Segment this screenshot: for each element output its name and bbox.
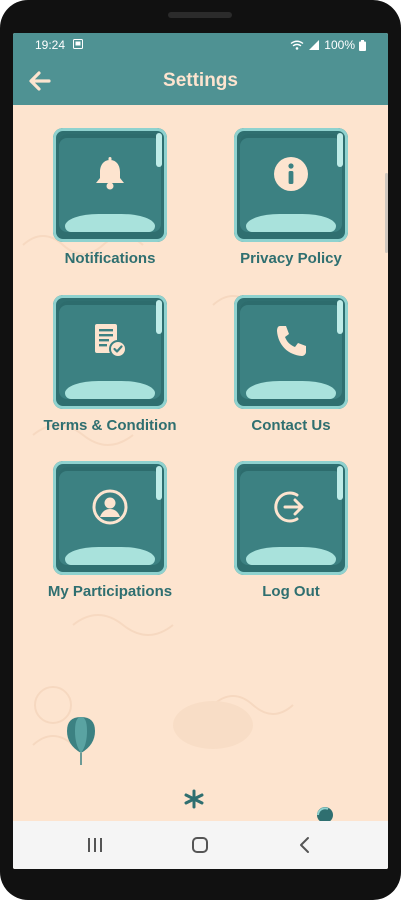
scrollbar[interactable] <box>385 173 388 253</box>
privacy-policy-tile[interactable] <box>234 128 348 242</box>
recent-apps-icon[interactable] <box>83 833 107 857</box>
screenshot-icon <box>73 39 83 49</box>
menu-item-notifications[interactable]: Notifications <box>25 128 195 267</box>
menu-item-label: Contact Us <box>251 417 331 434</box>
phone-icon <box>277 326 306 356</box>
notifications-tile[interactable] <box>53 128 167 242</box>
battery-icon <box>359 39 366 51</box>
speaker-grille <box>168 12 232 18</box>
phone-frame: 19:24 100% Settings Notifications Privac… <box>0 0 401 900</box>
status-bar: 19:24 100% <box>13 33 388 57</box>
menu-item-label: My Participations <box>47 583 173 600</box>
back-icon[interactable] <box>293 833 317 857</box>
app-bar: Settings <box>13 57 388 105</box>
my-participations-tile[interactable] <box>53 461 167 575</box>
menu-item-label: Notifications <box>64 250 156 267</box>
battery-percent: 100% <box>324 38 355 52</box>
home-icon[interactable] <box>188 833 212 857</box>
status-time: 19:24 <box>35 38 66 52</box>
menu-item-label: Terms & Condition <box>43 417 177 434</box>
menu-item-label: Log Out <box>262 583 320 600</box>
info-icon <box>274 157 308 191</box>
app-screen: 19:24 100% Settings Notifications Privac… <box>13 33 388 869</box>
balloon-decoration <box>67 717 95 765</box>
document-check-icon <box>95 324 127 358</box>
menu-item-terms[interactable]: Terms & Condition <box>25 295 195 434</box>
menu-item-contact-us[interactable]: Contact Us <box>206 295 376 434</box>
wifi-icon <box>290 40 304 50</box>
logout-icon <box>274 491 304 523</box>
menu-item-log-out[interactable]: Log Out <box>206 461 376 600</box>
log-out-tile[interactable] <box>234 461 348 575</box>
terms-tile[interactable] <box>53 295 167 409</box>
menu-item-my-participations[interactable]: My Participations <box>25 461 195 600</box>
page-title: Settings <box>163 70 238 91</box>
signal-icon <box>309 40 320 50</box>
bell-icon <box>96 157 124 190</box>
menu-item-label: Privacy Policy <box>240 250 342 267</box>
star-decoration <box>184 789 204 809</box>
status-right: 100% <box>290 38 366 52</box>
user-circle-icon <box>92 489 128 525</box>
contact-us-tile[interactable] <box>234 295 348 409</box>
system-nav-bar <box>13 821 388 869</box>
menu-item-privacy-policy[interactable]: Privacy Policy <box>206 128 376 267</box>
